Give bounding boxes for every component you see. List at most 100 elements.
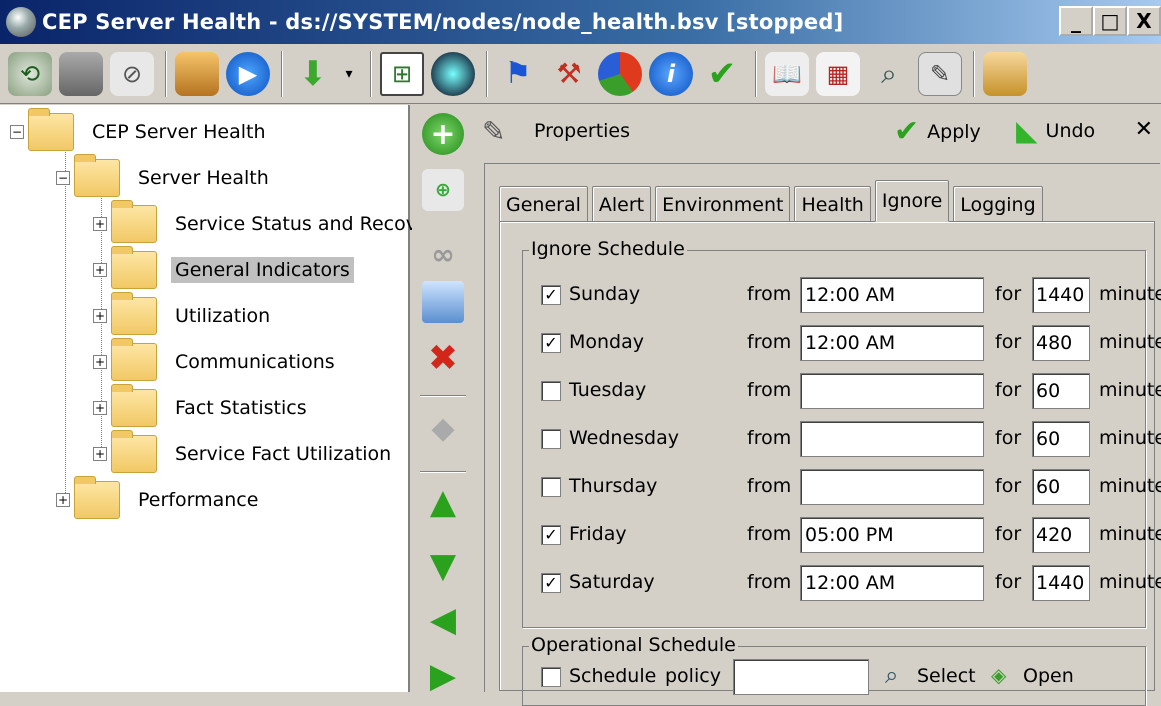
from-time-input[interactable]: 12:00 AM	[800, 325, 984, 361]
thursday-checkbox[interactable]	[541, 477, 561, 497]
flag-icon[interactable]: ⚑	[496, 52, 540, 96]
add-icon[interactable]: +	[422, 113, 464, 155]
expand-icon[interactable]: +	[56, 493, 70, 507]
undo-button[interactable]: ◣ Undo	[1016, 117, 1095, 145]
tree-node-item[interactable]: + Communications	[93, 338, 339, 383]
expand-icon[interactable]: +	[93, 355, 107, 369]
tab-environment[interactable]: Environment	[655, 186, 791, 222]
tuesday-checkbox[interactable]	[541, 381, 561, 401]
expand-icon[interactable]: +	[93, 263, 107, 277]
apply-button[interactable]: ✔ Apply	[894, 117, 981, 147]
close-button[interactable]: X	[1127, 6, 1161, 36]
duration-input[interactable]: 60	[1032, 421, 1090, 457]
download-icon[interactable]: ⬇	[291, 52, 335, 96]
tree-node-item[interactable]: + Fact Statistics	[93, 384, 311, 429]
pie-chart-icon[interactable]	[598, 51, 642, 96]
monday-checkbox[interactable]: ✓	[541, 333, 561, 353]
package-icon[interactable]	[175, 51, 219, 96]
expand-icon[interactable]: +	[93, 401, 107, 415]
move-down-icon[interactable]: ▼	[422, 545, 464, 587]
day-label: Saturday	[569, 571, 655, 593]
book-icon[interactable]: 📖	[765, 51, 809, 96]
calendar-icon[interactable]: ▦	[816, 51, 860, 96]
tree-node-label[interactable]: Server Health	[134, 165, 273, 191]
tree-node-server-health[interactable]: − Server Health	[56, 154, 273, 199]
toolbar-separator	[370, 50, 372, 97]
move-left-icon[interactable]: ◀	[422, 599, 464, 641]
tree-node-label[interactable]: Performance	[134, 487, 262, 513]
wrench-icon[interactable]: ✎	[918, 51, 962, 96]
duration-input[interactable]: 60	[1032, 469, 1090, 505]
tree-node-label[interactable]: Fact Statistics	[171, 395, 311, 421]
minimize-button[interactable]: _	[1059, 6, 1093, 36]
expand-icon[interactable]: +	[93, 447, 107, 461]
duration-input[interactable]: 420	[1032, 517, 1090, 553]
ignore-schedule-group: Ignore Schedule ✓ Sunday from 12:00 AM f…	[522, 238, 1161, 628]
wednesday-checkbox[interactable]	[541, 429, 561, 449]
tab-general[interactable]: General	[499, 186, 588, 222]
tree-node-item[interactable]: + Service Fact Utilization	[93, 430, 395, 475]
tab-health[interactable]: Health	[794, 186, 871, 222]
save-icon[interactable]	[59, 51, 103, 96]
tab-logging[interactable]: Logging	[953, 186, 1043, 222]
tree-node-label[interactable]: CEP Server Health	[88, 119, 270, 145]
dropdown-arrow-icon[interactable]: ▾	[342, 52, 356, 96]
globe-icon[interactable]	[431, 51, 475, 96]
maximize-button[interactable]: □	[1093, 6, 1127, 36]
move-right-icon[interactable]: ▶	[422, 655, 464, 697]
friday-checkbox[interactable]: ✓	[541, 525, 561, 545]
select-button[interactable]: Select	[917, 665, 976, 687]
tools-icon[interactable]: ⚒	[547, 52, 591, 96]
from-time-input[interactable]	[800, 469, 984, 505]
lock-icon[interactable]	[983, 51, 1027, 96]
from-time-input[interactable]: 05:00 PM	[800, 517, 984, 553]
from-time-input[interactable]	[800, 421, 984, 457]
info-icon[interactable]: i	[649, 51, 693, 96]
add-item-icon[interactable]: ⊕	[422, 169, 464, 211]
attach-icon[interactable]: ⊘	[110, 51, 154, 96]
duration-input[interactable]: 1440	[1032, 277, 1090, 313]
collapse-icon[interactable]: −	[56, 171, 70, 185]
duration-input[interactable]: 1440	[1032, 565, 1090, 601]
from-time-input[interactable]	[800, 373, 984, 409]
open-button[interactable]: Open	[1023, 665, 1074, 687]
from-time-input[interactable]: 12:00 AM	[800, 565, 984, 601]
tab-alert[interactable]: Alert	[591, 186, 652, 222]
sunday-checkbox[interactable]: ✓	[541, 285, 561, 305]
tree-node-performance[interactable]: + Performance	[56, 476, 262, 521]
tree-node-item[interactable]: + General Indicators	[93, 246, 354, 291]
move-up-icon[interactable]: ▲	[422, 481, 464, 523]
tree-node-label[interactable]: Utilization	[171, 303, 274, 329]
copy-icon[interactable]	[422, 281, 464, 323]
duration-input[interactable]: 60	[1032, 373, 1090, 409]
open-icon[interactable]: ◈	[991, 663, 1006, 687]
check-icon[interactable]: ✔	[700, 52, 744, 96]
tree-node-label[interactable]: Service Fact Utilization	[171, 441, 395, 467]
play-icon[interactable]: ▶	[226, 51, 270, 96]
expand-icon[interactable]: +	[93, 217, 107, 231]
tree-node-item[interactable]: + Utilization	[93, 292, 274, 337]
expand-icon[interactable]: +	[93, 309, 107, 323]
clear-icon[interactable]: ◆	[422, 407, 464, 449]
tree-node-item[interactable]: + Service Status and Recov	[93, 200, 421, 245]
window-title: CEP Server Health - ds://SYSTEM/nodes/no…	[42, 10, 844, 34]
tree-node-label[interactable]: Communications	[171, 349, 339, 375]
tab-ignore[interactable]: Ignore	[874, 180, 950, 222]
schedule-checkbox[interactable]	[541, 667, 561, 687]
tree-icon[interactable]: ⊞	[380, 51, 424, 96]
search-icon[interactable]: ⌕	[867, 52, 911, 96]
close-panel-icon[interactable]: ✕	[1135, 117, 1153, 142]
delete-icon[interactable]: ✖	[422, 337, 464, 379]
duration-input[interactable]: 480	[1032, 325, 1090, 361]
policy-input[interactable]	[733, 659, 869, 695]
tree-node-root[interactable]: − CEP Server Health	[10, 108, 270, 153]
collapse-icon[interactable]: −	[10, 125, 24, 139]
from-time-input[interactable]: 12:00 AM	[800, 277, 984, 313]
tree-node-label[interactable]: Service Status and Recov	[171, 211, 421, 237]
saturday-checkbox[interactable]: ✓	[541, 573, 561, 593]
tree-node-label-selected[interactable]: General Indicators	[171, 257, 354, 283]
schedule-label: Schedule	[569, 665, 657, 687]
search-icon[interactable]: ⌕	[885, 661, 898, 689]
back-icon[interactable]: ⟲	[8, 51, 52, 96]
link-icon[interactable]: ∞	[422, 233, 464, 275]
